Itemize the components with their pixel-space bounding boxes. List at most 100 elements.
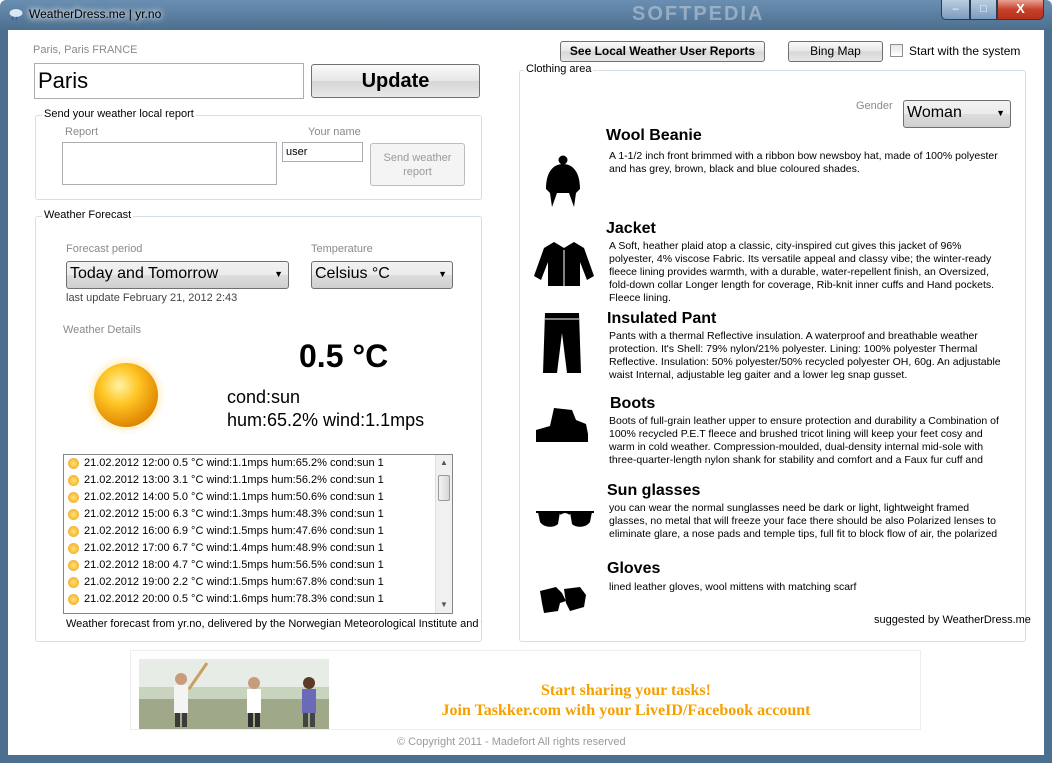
ad-line-2: Join Taskker.com with your LiveID/Facebo…	[441, 702, 811, 719]
forecast-row-text: 21.02.2012 14:00 5.0 °C wind:1.1mps hum:…	[84, 491, 384, 503]
beanie-icon	[546, 155, 580, 207]
scrollbar-thumb[interactable]	[438, 475, 450, 501]
forecast-group-label: Weather Forecast	[42, 209, 134, 221]
cloud-icon	[8, 8, 24, 21]
forecast-period-value: Today and Tomorrow	[70, 265, 219, 282]
close-button[interactable]: X	[997, 0, 1044, 20]
ad-banner[interactable]: Start sharing your tasks! Join Taskker.c…	[130, 650, 921, 730]
sun-icon	[86, 355, 166, 435]
minimize-button[interactable]: –	[941, 0, 970, 20]
forecast-row-text: 21.02.2012 17:00 6.7 °C wind:1.4mps hum:…	[84, 542, 384, 554]
clothing-item-title: Wool Beanie	[606, 127, 702, 144]
chevron-down-icon: ▼	[438, 269, 447, 279]
forecast-period-select[interactable]: Today and Tomorrow ▼	[66, 261, 289, 289]
report-input[interactable]	[62, 142, 277, 185]
pants-icon	[543, 313, 581, 373]
scrollbar[interactable]: ▲ ▼	[435, 455, 452, 613]
title-bar[interactable]: WeatherDress.me | yr.no SOFTPEDIA – □ X	[0, 0, 1052, 30]
forecast-source: Weather forecast from yr.no, delivered b…	[66, 618, 482, 630]
forecast-row[interactable]: 21.02.2012 13:00 3.1 °C wind:1.1mps hum:…	[64, 472, 452, 489]
location-caption: Paris, Paris FRANCE	[33, 44, 138, 56]
clothing-item-desc: A Soft, heather plaid atop a classic, ci…	[609, 240, 995, 304]
current-humidity-wind: hum:65.2% wind:1.1mps	[227, 410, 425, 430]
forecast-row-text: 21.02.2012 19:00 2.2 °C wind:1.5mps hum:…	[84, 576, 384, 588]
forecast-period-label: Forecast period	[66, 243, 143, 255]
forecast-row[interactable]: 21.02.2012 17:00 6.7 °C wind:1.4mps hum:…	[64, 540, 452, 557]
sunglasses-icon	[536, 511, 594, 527]
clothing-item-desc: lined leather gloves, wool mittens with …	[609, 581, 857, 593]
clothing-item-desc: you can wear the normal sunglasses need …	[609, 502, 998, 540]
current-condition: cond:sun	[227, 387, 301, 407]
watermark: SOFTPEDIA	[632, 3, 765, 25]
forecast-row[interactable]: 21.02.2012 12:00 0.5 °C wind:1.1mps hum:…	[64, 455, 452, 472]
clothing-item-title: Sun glasses	[607, 482, 701, 499]
sun-icon	[68, 475, 79, 486]
sun-icon	[68, 577, 79, 588]
name-input[interactable]: user	[282, 142, 363, 162]
forecast-row[interactable]: 21.02.2012 14:00 5.0 °C wind:1.1mps hum:…	[64, 489, 452, 506]
sun-icon	[68, 492, 79, 503]
suggested-by: suggested by WeatherDress.me	[874, 614, 1031, 626]
update-button[interactable]: Update	[311, 64, 480, 98]
temperature-unit-select[interactable]: Celsius °C ▼	[311, 261, 453, 289]
report-group-label: Send your weather local report	[42, 108, 196, 120]
clothing-item-desc: Boots of full-grain leather upper to ens…	[609, 415, 999, 466]
forecast-row-text: 21.02.2012 16:00 6.9 °C wind:1.5mps hum:…	[84, 525, 384, 537]
client-area: Paris, Paris FRANCE Paris Update Send yo…	[8, 30, 1044, 755]
chevron-down-icon: ▼	[996, 108, 1005, 118]
forecast-row[interactable]: 21.02.2012 19:00 2.2 °C wind:1.5mps hum:…	[64, 574, 452, 591]
forecast-row[interactable]: 21.02.2012 16:00 6.9 °C wind:1.5mps hum:…	[64, 523, 452, 540]
sun-icon	[68, 509, 79, 520]
forecast-row-text: 21.02.2012 13:00 3.1 °C wind:1.1mps hum:…	[84, 474, 384, 486]
startup-checkbox[interactable]	[890, 44, 903, 57]
forecast-row-text: 21.02.2012 12:00 0.5 °C wind:1.1mps hum:…	[84, 457, 384, 469]
app-window: WeatherDress.me | yr.no SOFTPEDIA – □ X …	[0, 0, 1052, 763]
city-input[interactable]: Paris	[34, 63, 304, 99]
startup-label: Start with the system	[909, 44, 1021, 58]
ad-line-1: Start sharing your tasks!	[541, 682, 711, 699]
forecast-row-text: 21.02.2012 18:00 4.7 °C wind:1.5mps hum:…	[84, 559, 384, 571]
forecast-row-text: 21.02.2012 20:00 0.5 °C wind:1.6mps hum:…	[84, 593, 384, 605]
temperature-label: Temperature	[311, 243, 373, 255]
clothing-item-title: Gloves	[607, 560, 661, 577]
temperature-unit-value: Celsius °C	[315, 265, 390, 282]
clothing-item-desc: A 1-1/2 inch front brimmed with a ribbon…	[609, 150, 998, 175]
send-report-button[interactable]: Send weather report	[370, 143, 465, 186]
bing-map-button[interactable]: Bing Map	[788, 41, 883, 62]
gloves-icon	[540, 587, 586, 613]
gender-value: Woman	[907, 104, 962, 121]
forecast-row[interactable]: 21.02.2012 18:00 4.7 °C wind:1.5mps hum:…	[64, 557, 452, 574]
name-label: Your name	[308, 126, 361, 138]
sun-icon	[68, 526, 79, 537]
jacket-icon	[534, 242, 594, 286]
forecast-row[interactable]: 21.02.2012 15:00 6.3 °C wind:1.3mps hum:…	[64, 506, 452, 523]
sun-icon	[68, 560, 79, 571]
ad-photo-icon	[139, 659, 329, 729]
clothing-item-title: Insulated Pant	[607, 310, 717, 327]
boot-icon	[536, 408, 588, 442]
sun-icon	[68, 458, 79, 469]
weather-details-label: Weather Details	[63, 324, 142, 336]
clothing-item-desc: Pants with a thermal Reflective insulati…	[609, 330, 1001, 381]
window-title: WeatherDress.me | yr.no	[29, 7, 162, 21]
scroll-up-icon[interactable]: ▲	[436, 455, 452, 471]
forecast-row[interactable]: 21.02.2012 20:00 0.5 °C wind:1.6mps hum:…	[64, 591, 452, 608]
forecast-rows: 21.02.2012 12:00 0.5 °C wind:1.1mps hum:…	[64, 455, 452, 608]
forecast-list[interactable]: 21.02.2012 12:00 0.5 °C wind:1.1mps hum:…	[63, 454, 453, 614]
forecast-row-text: 21.02.2012 15:00 6.3 °C wind:1.3mps hum:…	[84, 508, 384, 520]
sun-icon	[68, 594, 79, 605]
gender-label: Gender	[856, 100, 893, 112]
current-temperature: 0.5 °C	[299, 338, 389, 374]
clothing-group-label: Clothing area	[524, 63, 594, 75]
sun-icon	[68, 543, 79, 554]
gender-select[interactable]: Woman ▼	[903, 100, 1011, 128]
copyright: © Copyright 2011 - Madefort All rights r…	[397, 736, 626, 748]
last-update: last update February 21, 2012 2:43	[66, 292, 238, 304]
clothing-item-title: Boots	[610, 395, 656, 412]
clothing-item-title: Jacket	[606, 220, 656, 237]
maximize-button[interactable]: □	[970, 0, 997, 20]
report-label: Report	[65, 126, 99, 138]
chevron-down-icon: ▼	[274, 269, 283, 279]
user-reports-button[interactable]: See Local Weather User Reports	[560, 41, 765, 62]
scroll-down-icon[interactable]: ▼	[436, 597, 452, 613]
